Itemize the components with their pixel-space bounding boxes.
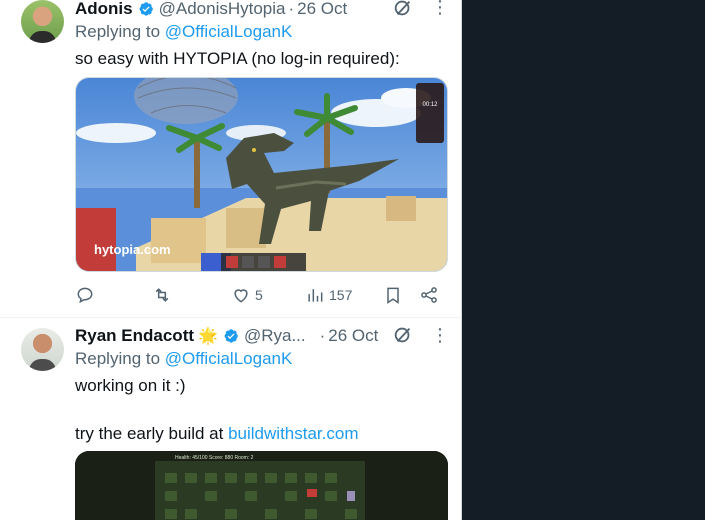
separator-dot: · [319,326,326,345]
reply-button[interactable] [75,283,99,307]
tweet-ryan-endacott[interactable]: Ryan Endacott 🌟 @Rya... · 26 Oct ⋮ Reply… [0,318,461,520]
game-screenshot: 00:12 hytopia.com [76,78,447,271]
verified-badge-icon [139,2,153,16]
avatar[interactable] [21,328,64,371]
timeline-feed: Adonis @AdonisHytopia · 26 Oct ⋮ Replyin… [0,0,462,520]
tweet-text-prefix: try the early build at [75,424,224,443]
author-handle[interactable]: @AdonisHytopia [159,0,286,19]
replying-to: Replying to @OfficialLoganK [75,22,292,42]
views-icon [308,289,323,302]
grok-icon[interactable] [392,0,414,19]
replying-to-label: Replying to [75,349,161,368]
hud-timer: 00:12 [422,102,438,108]
repost-icon [155,288,169,302]
verified-badge-icon [224,329,238,343]
author-name[interactable]: Ryan Endacott [75,326,194,346]
media-watermark: hytopia.com [94,242,171,257]
repost-button[interactable] [152,283,176,307]
separator-dot: · [288,0,295,18]
tweet-media-image[interactable]: Health: 45/100 Score: 880 Room: 2 [75,451,448,520]
tweet-header: Ryan Endacott 🌟 @Rya... · 26 Oct [75,325,378,347]
tweet-actions: 5 157 [75,283,445,307]
game-hud: Health: 45/100 Score: 880 Room: 2 [175,455,254,461]
game-screenshot: Health: 45/100 Score: 880 Room: 2 [75,451,448,520]
share-icon [421,287,437,303]
bookmark-icon [387,287,399,304]
reply-icon [77,287,93,304]
tweet-adonis[interactable]: Adonis @AdonisHytopia · 26 Oct ⋮ Replyin… [0,0,461,318]
views-count: 157 [329,287,353,303]
more-options-icon[interactable]: ⋮ [431,0,449,16]
tweet-text: so easy with HYTOPIA (no log-in required… [75,49,400,68]
tweet-date[interactable]: 26 Oct [297,0,347,19]
bookmark-button[interactable] [383,283,403,307]
author-name[interactable]: Adonis [75,0,133,19]
replying-to-handle[interactable]: @OfficialLoganK [165,22,293,41]
tweet-text-line2: try the early build at buildwithstar.com [75,424,358,444]
share-button[interactable] [419,283,439,307]
replying-to-label: Replying to [75,22,161,41]
tweet-media-image[interactable]: 00:12 hytopia.com [75,77,448,272]
replying-to-handle[interactable]: @OfficialLoganK [165,349,293,368]
star-emoji: 🌟 [198,328,218,345]
views-button[interactable]: 157 [305,283,352,307]
more-options-icon[interactable]: ⋮ [431,326,449,344]
grok-icon[interactable] [392,324,414,346]
dark-side-panel [462,0,705,520]
tweet-date[interactable]: 26 Oct [328,326,378,346]
avatar[interactable] [21,0,64,43]
like-count: 5 [255,287,263,303]
author-handle[interactable]: @Rya... [244,326,306,346]
tweet-link[interactable]: buildwithstar.com [228,424,358,443]
tweet-text-line1: working on it :) [75,376,186,395]
like-button[interactable]: 5 [231,283,263,307]
heart-icon [234,289,248,303]
tweet-header: Adonis @AdonisHytopia · 26 Oct [75,0,347,20]
replying-to: Replying to @OfficialLoganK [75,349,292,369]
